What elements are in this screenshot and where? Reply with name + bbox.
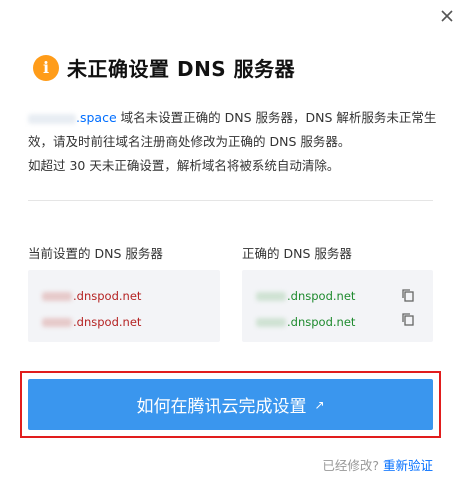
copy-icon[interactable] xyxy=(401,287,415,302)
redacted-host xyxy=(42,317,72,327)
dialog-title: 未正确设置 DNS 服务器 xyxy=(67,57,296,81)
description: .space 域名未设置正确的 DNS 服务器，DNS 解析服务未正常生效，请及… xyxy=(28,106,438,178)
correct-dns-label: 正确的 DNS 服务器 xyxy=(242,246,352,261)
domain-suffix: .space xyxy=(76,110,117,125)
footer-question: 已经修改? xyxy=(322,458,379,473)
external-link-icon: ↗ xyxy=(314,397,325,412)
server-name: .dnspod.net xyxy=(73,289,142,303)
footer: 已经修改? 重新验证 xyxy=(322,455,433,474)
server-name: .dnspod.net xyxy=(73,315,142,329)
dialog-header: i 未正确设置 DNS 服务器 xyxy=(33,53,295,82)
description-warning: 如超过 30 天未正确设置，解析域名将被系统自动清除。 xyxy=(28,158,340,173)
tencent-cloud-setup-button[interactable]: 如何在腾讯云完成设置 ↗ xyxy=(28,379,433,430)
server-name: .dnspod.net xyxy=(287,289,356,303)
cta-label: 如何在腾讯云完成设置 xyxy=(136,397,307,417)
close-icon[interactable] xyxy=(437,6,457,26)
current-dns-server: .dnspod.net xyxy=(42,289,141,303)
info-icon: i xyxy=(33,54,59,81)
correct-dns-server: .dnspod.net xyxy=(256,315,355,329)
divider xyxy=(28,200,433,201)
redacted-host xyxy=(256,317,286,327)
copy-icon[interactable] xyxy=(401,311,415,326)
current-dns-label: 当前设置的 DNS 服务器 xyxy=(28,246,163,261)
redacted-host xyxy=(256,291,286,301)
server-name: .dnspod.net xyxy=(287,315,356,329)
current-dns-server: .dnspod.net xyxy=(42,315,141,329)
correct-dns-box: .dnspod.net .dnspod.net xyxy=(242,270,433,342)
reverify-link[interactable]: 重新验证 xyxy=(383,458,433,473)
correct-dns-server: .dnspod.net xyxy=(256,289,355,303)
current-dns-box: .dnspod.net .dnspod.net xyxy=(28,270,220,342)
redacted-domain xyxy=(28,113,76,124)
redacted-host xyxy=(42,291,72,301)
